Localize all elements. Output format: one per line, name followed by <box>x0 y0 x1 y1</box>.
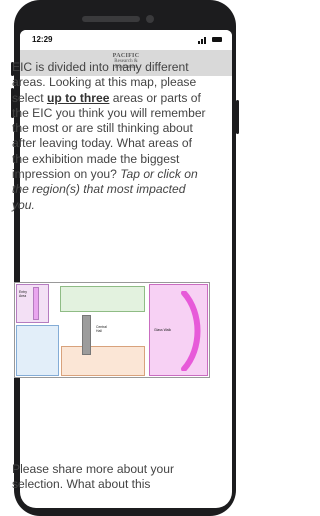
region-central-hall[interactable]: Central Hall <box>81 315 115 355</box>
region-left-gallery[interactable] <box>16 325 59 376</box>
region-glass-walk[interactable]: Glass Walk <box>149 284 208 376</box>
signal-icon <box>198 37 206 44</box>
status-bar: 12:29 <box>20 30 232 50</box>
glass-walk-arc <box>181 291 201 371</box>
label-entry-area: Entry Area <box>19 290 27 298</box>
question-emphasis: up to three <box>46 90 110 105</box>
battery-icon <box>212 37 222 42</box>
power-button <box>236 100 239 134</box>
label-central-hall: Central Hall <box>96 325 107 333</box>
entry-bar <box>33 287 39 320</box>
speaker-notch <box>82 16 140 22</box>
region-bottom-gallery[interactable] <box>61 346 145 376</box>
central-pillar <box>82 315 91 355</box>
region-top-gallery[interactable] <box>60 286 145 312</box>
camera-dot <box>146 15 154 23</box>
status-time: 12:29 <box>32 35 53 44</box>
question-text: EIC is divided into many different areas… <box>12 60 208 213</box>
region-entry-area[interactable]: Entry Area <box>16 284 49 323</box>
exhibition-map: Entry Area Central Hall Glass Walk <box>14 282 210 378</box>
followup-question: Please share more about your selection. … <box>12 462 175 492</box>
